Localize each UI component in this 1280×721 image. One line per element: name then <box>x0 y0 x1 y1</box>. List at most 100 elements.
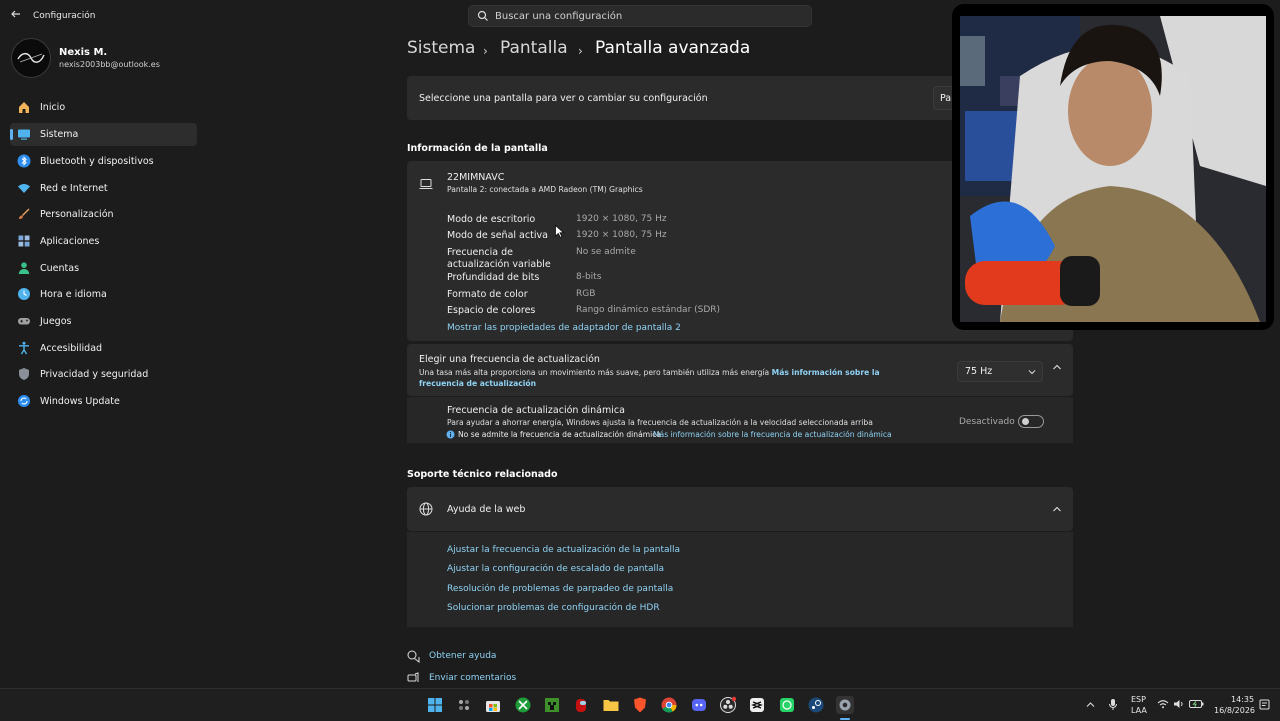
monitor-name: 22MIMNAVC <box>447 172 505 183</box>
refresh-rate-title: Elegir una frecuencia de actualización <box>419 354 600 365</box>
selection-indicator <box>10 129 13 140</box>
info-label: Formato de color <box>447 289 528 300</box>
help-link[interactable]: Ajustar la configuración de escalado de … <box>447 564 664 574</box>
dynamic-refresh-title: Frecuencia de actualización dinámica <box>447 405 625 416</box>
get-help-link[interactable]: Obtener ayuda <box>429 651 496 661</box>
bluetooth-icon <box>17 154 31 168</box>
breadcrumb-pantalla[interactable]: Pantalla <box>500 38 568 58</box>
select-display-label: Seleccione una pantalla para ver o cambi… <box>419 93 708 104</box>
avatar[interactable] <box>11 38 51 78</box>
breadcrumb-separator-icon: › <box>483 44 488 58</box>
app-title: Configuración <box>33 11 96 21</box>
chevron-down-icon <box>1028 370 1036 375</box>
sidebar-item-label: Bluetooth y dispositivos <box>40 156 154 167</box>
info-label: Profundidad de bits <box>447 272 540 283</box>
webcam-video <box>960 16 1266 322</box>
back-arrow-icon[interactable] <box>8 8 24 24</box>
globe-icon <box>419 502 433 516</box>
sidebar-item-label: Sistema <box>40 129 79 140</box>
home-icon <box>19 102 29 113</box>
update-icon <box>18 395 30 407</box>
info-label: Modo de escritorio <box>447 214 536 225</box>
tray-overflow-chevron-icon[interactable] <box>1086 701 1095 708</box>
sidebar-item-label: Personalización <box>40 209 114 220</box>
obs-icon[interactable] <box>719 696 737 714</box>
sidebar-item-label: Red e Internet <box>40 183 108 194</box>
refresh-rate-dropdown[interactable]: 75 Hz <box>957 361 1043 382</box>
sidebar-item-juegos[interactable]: Juegos <box>10 310 197 333</box>
wifi-icon <box>18 184 30 193</box>
search-input[interactable] <box>495 6 795 26</box>
sidebar-item-aplicaciones[interactable]: Aplicaciones <box>10 230 197 253</box>
info-value: No se admite <box>576 247 636 257</box>
help-link[interactable]: Ajustar la frecuencia de actualización d… <box>447 545 680 555</box>
sidebar-item-accesibilidad[interactable]: Accesibilidad <box>10 337 197 360</box>
store-icon[interactable] <box>484 696 502 714</box>
sidebar-item-hora[interactable]: Hora e idioma <box>10 283 197 306</box>
capcut-icon[interactable] <box>748 696 766 714</box>
minecraft-icon[interactable] <box>543 696 561 714</box>
keyboard-layout: LAA <box>1131 706 1147 715</box>
wifi-tray-icon[interactable] <box>1157 699 1169 709</box>
search-box[interactable] <box>468 5 812 27</box>
language-indicator[interactable]: ESP <box>1131 695 1146 704</box>
xbox-icon[interactable] <box>514 696 532 714</box>
user-name: Nexis M. <box>59 47 108 58</box>
widgets-icon[interactable] <box>455 696 473 714</box>
web-help-header[interactable]: Ayuda de la web <box>407 487 1073 531</box>
sidebar-item-personalizacion[interactable]: Personalización <box>10 203 197 226</box>
search-icon <box>477 9 489 23</box>
monitor-subtitle: Pantalla 2: conectada a AMD Radeon (TM) … <box>447 185 643 194</box>
sidebar-item-privacidad[interactable]: Privacidad y seguridad <box>10 363 197 386</box>
sidebar-item-bluetooth[interactable]: Bluetooth y dispositivos <box>10 150 197 173</box>
info-value: RGB <box>576 289 596 299</box>
dynamic-refresh-toggle[interactable] <box>1018 415 1044 428</box>
sidebar-item-red[interactable]: Red e Internet <box>10 177 197 200</box>
notification-icon[interactable] <box>1259 699 1270 710</box>
taskbar: ESP LAA 14:35 16/8/2026 <box>0 688 1280 721</box>
help-link[interactable]: Resolución de problemas de parpadeo de p… <box>447 584 673 594</box>
settings-icon[interactable] <box>836 696 854 714</box>
sidebar-item-inicio[interactable]: Inicio <box>10 96 197 119</box>
help-chat-icon <box>407 650 420 663</box>
battery-icon[interactable] <box>1189 699 1204 709</box>
adapter-properties-link[interactable]: Mostrar las propiedades de adaptador de … <box>447 323 681 333</box>
help-link[interactable]: Solucionar problemas de configuración de… <box>447 603 660 613</box>
dynamic-refresh-toggle-label: Desactivado <box>959 417 1015 427</box>
breadcrumb-sistema[interactable]: Sistema <box>407 38 475 58</box>
clock-time[interactable]: 14:35 <box>1231 695 1254 704</box>
chrome-icon[interactable] <box>660 696 678 714</box>
steam-icon[interactable] <box>807 696 825 714</box>
sidebar-item-label: Cuentas <box>40 263 80 274</box>
user-email: nexis2003bb@outlook.es <box>59 60 160 69</box>
dynamic-refresh-description: Para ayudar a ahorrar energía, Windows a… <box>447 418 873 427</box>
collapse-chevron-up-icon[interactable] <box>1052 505 1062 516</box>
refresh-rate-selected: 75 Hz <box>965 366 993 377</box>
monitor-icon <box>18 129 30 140</box>
start-icon[interactable] <box>426 696 444 714</box>
sidebar-item-cuentas[interactable]: Cuentas <box>10 257 197 280</box>
clock-date[interactable]: 16/8/2026 <box>1214 706 1255 715</box>
microphone-icon[interactable] <box>1108 698 1118 711</box>
among-us-icon[interactable] <box>572 696 590 714</box>
apps-icon <box>18 235 30 247</box>
dynamic-refresh-more-info-link[interactable]: Más información sobre la frecuencia de a… <box>653 430 892 439</box>
info-value: 8-bits <box>576 272 602 282</box>
send-feedback-link[interactable]: Enviar comentarios <box>429 673 516 683</box>
sidebar-item-sistema[interactable]: Sistema <box>10 123 197 146</box>
info-value: Rango dinámico estándar (SDR) <box>576 305 721 315</box>
feedback-icon <box>407 672 419 682</box>
accessibility-icon <box>19 341 29 355</box>
collapse-chevron-up-icon[interactable] <box>1052 363 1062 374</box>
gamepad-icon <box>18 318 30 325</box>
brave-icon[interactable] <box>631 696 649 714</box>
volume-icon[interactable] <box>1173 699 1185 709</box>
discord-icon[interactable] <box>690 696 708 714</box>
sidebar-item-windows-update[interactable]: Windows Update <box>10 390 197 413</box>
sidebar-item-label: Aplicaciones <box>40 236 100 247</box>
info-value: 1920 × 1080, 75 Hz <box>576 230 667 240</box>
whatsapp-icon[interactable] <box>778 696 796 714</box>
file-explorer-icon[interactable] <box>602 696 620 714</box>
web-help-links: Ajustar la frecuencia de actualización d… <box>407 532 1073 627</box>
person-icon <box>18 262 30 274</box>
